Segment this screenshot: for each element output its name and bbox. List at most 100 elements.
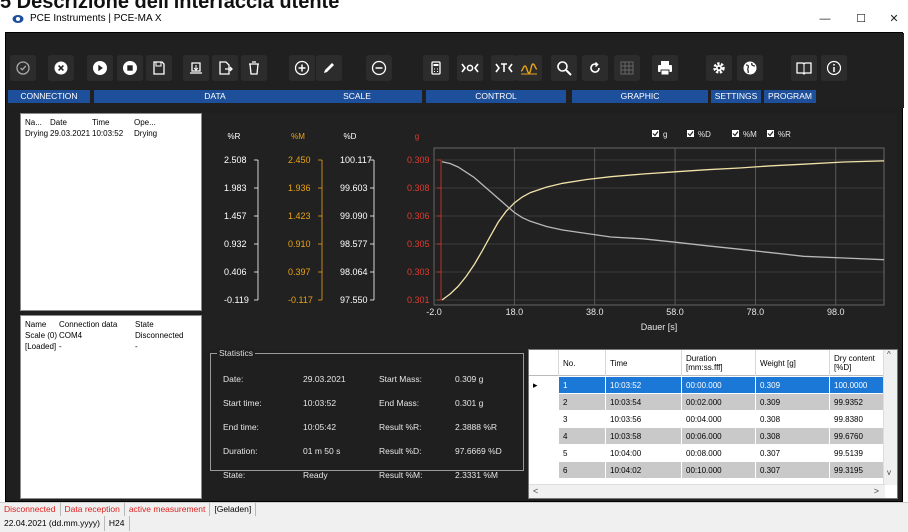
table-row[interactable]: ▸ 1 10:03:52 00:00.000 0.309 100.0000 bbox=[529, 377, 884, 394]
table-column-header[interactable]: Weight [g] bbox=[756, 350, 830, 376]
zoom-plus-button[interactable] bbox=[289, 55, 315, 81]
maximize-button[interactable]: ☐ bbox=[849, 11, 873, 27]
scroll-right-icon[interactable]: > bbox=[874, 486, 879, 496]
scroll-up-icon[interactable]: ^ bbox=[887, 350, 891, 359]
table-cell: 99.5139 bbox=[830, 445, 884, 462]
connection-list[interactable]: Name Connection data State Scale (0) COM4 Di… bbox=[20, 315, 202, 499]
globe-button[interactable] bbox=[737, 55, 763, 81]
measurement-column-header[interactable]: Na... bbox=[25, 118, 50, 127]
measurement-column-header[interactable]: Ope... bbox=[134, 118, 174, 127]
grid-button[interactable] bbox=[614, 55, 640, 81]
stat-label: Start Mass: bbox=[379, 374, 422, 384]
measurement-cell: Drying bbox=[25, 129, 49, 138]
connection-cell: [Loaded] bbox=[25, 342, 57, 351]
app-window: PCE Instruments | PCE-MA X — ☐ ✕ CONNECT… bbox=[0, 8, 908, 532]
stat-label: Result %D: bbox=[379, 446, 422, 456]
app-body: CONNECTION DATA SCALE CONTROL GRAPHIC SETTING… bbox=[5, 32, 904, 502]
import-button[interactable] bbox=[183, 55, 209, 81]
table-column-header[interactable]: No. bbox=[559, 350, 606, 376]
scroll-down-icon[interactable]: v bbox=[887, 468, 891, 477]
disconnect-button[interactable] bbox=[48, 55, 74, 81]
table-row[interactable]: 4 10:03:58 00:06.000 0.308 99.6760 bbox=[529, 428, 884, 445]
group-label-program: PROGRAM bbox=[764, 90, 816, 103]
zoom-minus-button[interactable] bbox=[366, 55, 392, 81]
grid-icon bbox=[620, 61, 634, 75]
table-column-header[interactable]: Duration [mm:ss.fff] bbox=[682, 350, 756, 376]
gear-button[interactable] bbox=[706, 55, 732, 81]
disconnect-icon bbox=[54, 61, 68, 75]
axis-tick-label: 1.423 bbox=[288, 211, 311, 221]
table-cell: 2 bbox=[559, 394, 606, 411]
row-header[interactable] bbox=[529, 394, 559, 411]
table-column-header[interactable] bbox=[529, 350, 559, 376]
minimize-button[interactable]: — bbox=[813, 11, 837, 27]
target-button[interactable] bbox=[491, 55, 517, 81]
measurement-row[interactable]: Drying 29.03.2021 10:03:52 Drying bbox=[21, 128, 201, 139]
x-tick-label: 38.0 bbox=[586, 307, 604, 317]
row-indicator-icon[interactable]: ▸ bbox=[529, 377, 559, 394]
pencil-button[interactable] bbox=[316, 55, 342, 81]
save-button[interactable] bbox=[146, 55, 172, 81]
reset-button[interactable] bbox=[582, 55, 608, 81]
measurement-column-header[interactable]: Time bbox=[92, 118, 134, 127]
info-button[interactable] bbox=[821, 55, 847, 81]
status-active-measurement: active measurement bbox=[125, 503, 211, 516]
table-cell: 0.307 bbox=[756, 445, 830, 462]
measurement-list[interactable]: Na... Date Time Ope... Drying 29.03.2021 10:0… bbox=[20, 113, 202, 311]
row-header[interactable] bbox=[529, 428, 559, 445]
table-row[interactable]: 2 10:03:54 00:02.000 0.309 99.9352 bbox=[529, 394, 884, 411]
table-cell: 00:00.000 bbox=[682, 377, 756, 394]
table-cell: 0.307 bbox=[756, 462, 830, 479]
calculator-button[interactable] bbox=[423, 55, 449, 81]
row-header[interactable] bbox=[529, 462, 559, 479]
delete-button[interactable] bbox=[241, 55, 267, 81]
table-cell: 1 bbox=[559, 377, 606, 394]
measurement-chart[interactable]: -2.0 18.0 38.0 58.0 78.0 98.0 Dauer [s] %R 2.508… bbox=[204, 113, 897, 351]
export-button[interactable] bbox=[212, 55, 238, 81]
connection-column-header[interactable]: Name bbox=[25, 320, 59, 329]
x-tick-label: -2.0 bbox=[426, 307, 442, 317]
row-header[interactable] bbox=[529, 411, 559, 428]
table-row[interactable]: 5 10:04:00 00:08.000 0.307 99.5139 bbox=[529, 445, 884, 462]
measurement-cell: Drying bbox=[134, 129, 158, 138]
print-icon bbox=[658, 61, 672, 76]
data-table[interactable]: No. Time Duration [mm:ss.fff] Weight [g] Dry… bbox=[528, 349, 898, 499]
manual-button[interactable] bbox=[791, 55, 817, 81]
measurement-column-header[interactable]: Date bbox=[50, 118, 92, 127]
scroll-left-icon[interactable]: < bbox=[533, 486, 538, 496]
limit-button[interactable] bbox=[457, 55, 483, 81]
axis-tick-label: -0.117 bbox=[288, 295, 313, 305]
table-column-header[interactable]: Time bbox=[606, 350, 682, 376]
export-icon bbox=[219, 61, 233, 75]
x-tick-label: 78.0 bbox=[747, 307, 765, 317]
connection-column-header[interactable]: Connection data bbox=[59, 320, 135, 329]
table-row[interactable]: 6 10:04:02 00:10.000 0.307 99.3195 bbox=[529, 462, 884, 479]
group-label-control: CONTROL bbox=[426, 90, 566, 103]
print-button[interactable] bbox=[652, 55, 678, 81]
stop-button[interactable] bbox=[117, 55, 143, 81]
table-cell: 10:03:52 bbox=[606, 377, 682, 394]
play-button[interactable] bbox=[87, 55, 113, 81]
axis-tick-label: 98.577 bbox=[340, 239, 368, 249]
magnifier-icon bbox=[557, 61, 572, 76]
connection-row[interactable]: [Loaded] - - bbox=[21, 341, 201, 352]
connection-row[interactable]: Scale (0) COM4 Disconnected bbox=[21, 330, 201, 341]
table-row[interactable]: 3 10:03:56 00:04.000 0.308 99.8380 bbox=[529, 411, 884, 428]
row-header[interactable] bbox=[529, 445, 559, 462]
close-button[interactable]: ✕ bbox=[882, 11, 906, 27]
curve-button[interactable] bbox=[516, 55, 542, 81]
connect-button[interactable] bbox=[10, 55, 36, 81]
magnifier-button[interactable] bbox=[551, 55, 577, 81]
stat-value: 2.3888 %R bbox=[455, 422, 498, 432]
limit-icon bbox=[461, 63, 479, 73]
status-connection: Disconnected bbox=[0, 503, 61, 516]
connection-column-header[interactable]: State bbox=[135, 320, 195, 329]
axis-name-pct-M: %M bbox=[291, 132, 305, 141]
axis-tick-label: 0.306 bbox=[407, 211, 430, 221]
table-cell: 00:08.000 bbox=[682, 445, 756, 462]
horizontal-scrollbar[interactable]: < > bbox=[529, 484, 885, 498]
stat-label: End Mass: bbox=[379, 398, 420, 408]
vertical-scrollbar[interactable]: ^ v bbox=[883, 350, 897, 485]
stat-value: Ready bbox=[303, 470, 328, 480]
table-column-header[interactable]: Dry content [%D] bbox=[830, 350, 884, 376]
